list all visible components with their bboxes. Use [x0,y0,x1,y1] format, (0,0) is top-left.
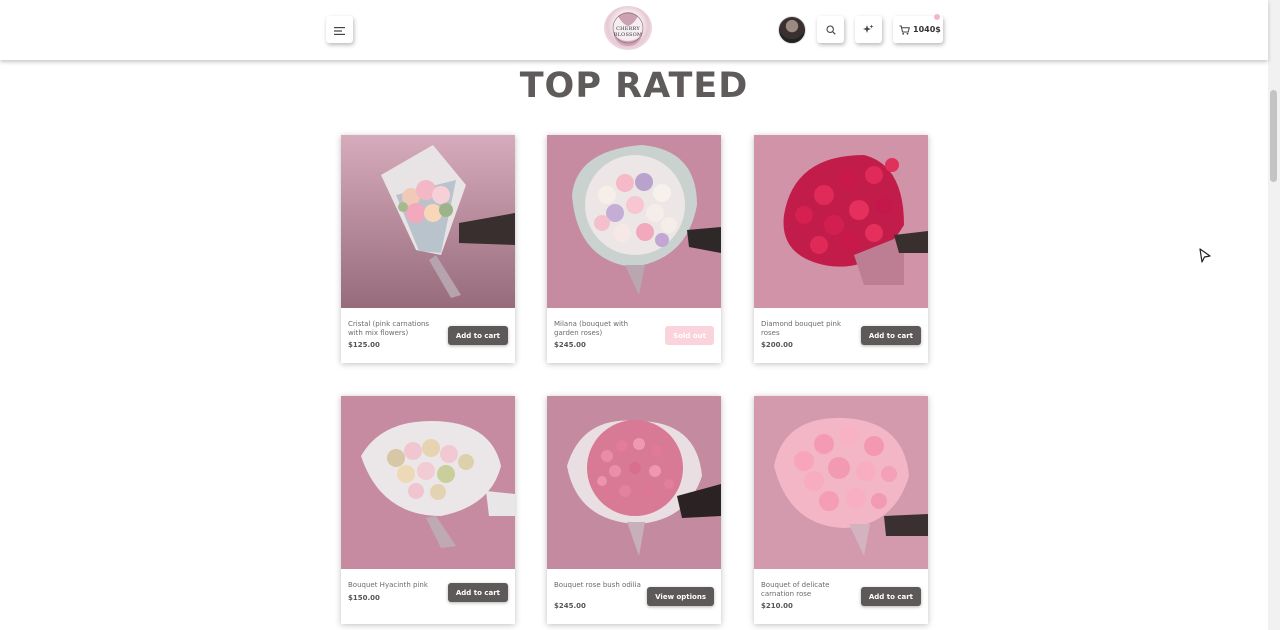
product-price: $200.00 [761,341,793,349]
product-image[interactable] [341,396,515,569]
mouse-cursor-icon [1198,248,1212,268]
product-image[interactable] [341,135,515,308]
cart-button[interactable]: 1040$ [893,14,943,43]
product-price: $150.00 [348,594,380,602]
cart-total: 1040$ [913,25,941,34]
product-image[interactable] [754,135,928,308]
menu-button[interactable] [326,16,353,43]
add-to-cart-button[interactable]: Add to cart [447,583,508,602]
product-card[interactable]: Bouquet of delicate carnation rose $210.… [754,396,928,624]
product-name[interactable]: Bouquet of delicate carnation rose [761,581,856,598]
product-name[interactable]: Bouquet Hyacinth pink [348,581,443,590]
product-image[interactable] [547,396,721,569]
cart-badge-dot [934,14,940,20]
product-name[interactable]: Cristal (pink carnations with mix flower… [348,320,443,337]
search-icon [825,20,836,39]
product-card[interactable]: Cristal (pink carnations with mix flower… [341,135,515,363]
page-scrollbar[interactable] [1268,0,1280,630]
product-price: $245.00 [554,341,586,349]
page: CHERRY BLOSSOM 1040$ TOP RATED Cristal (… [0,0,1280,630]
add-to-cart-button[interactable]: Add to cart [860,587,921,606]
view-options-button[interactable]: View options [647,587,714,606]
search-button[interactable] [817,16,844,43]
product-price: $125.00 [348,341,380,349]
scrollbar-thumb[interactable] [1270,90,1277,182]
product-card[interactable]: Diamond bouquet pink roses $200.00 Add t… [754,135,928,363]
sold-out-button: Sold out [665,326,714,345]
product-image[interactable] [547,135,721,308]
add-to-cart-button[interactable]: Add to cart [860,326,921,345]
product-price: $245.00 [554,602,586,610]
product-name[interactable]: Diamond bouquet pink roses [761,320,856,337]
cart-icon [899,20,910,39]
product-card[interactable]: Bouquet rose bush odilia $245.00 View op… [547,396,721,624]
menu-icon [334,20,345,39]
logo-text: CHERRY BLOSSOM [613,26,643,38]
site-logo[interactable]: CHERRY BLOSSOM [604,6,652,50]
section-title: TOP RATED [519,66,749,106]
product-name[interactable]: Milana (bouquet with garden roses) [554,320,649,337]
product-name[interactable]: Bouquet rose bush odilia [554,581,649,590]
user-avatar[interactable] [778,16,806,44]
product-price: $210.00 [761,602,793,610]
sparkle-icon [863,20,874,39]
product-card[interactable]: Bouquet Hyacinth pink $150.00 Add to car… [341,396,515,624]
add-to-cart-button[interactable]: Add to cart [447,326,508,345]
product-image[interactable] [754,396,928,569]
product-card[interactable]: Milana (bouquet with garden roses) $245.… [547,135,721,363]
sparkle-button[interactable] [855,16,882,43]
site-header: CHERRY BLOSSOM 1040$ [0,0,1268,60]
